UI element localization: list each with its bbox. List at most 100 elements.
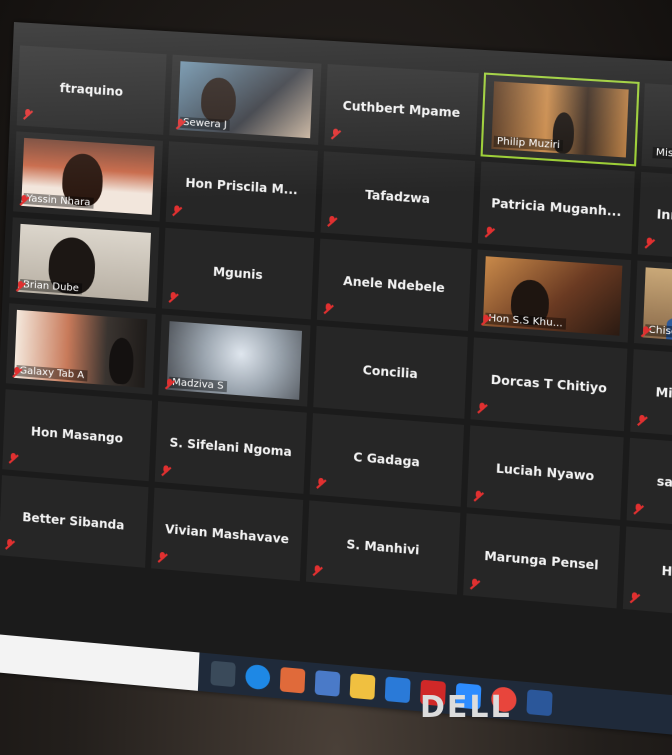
participant-name: sawuke janua: [656, 474, 672, 496]
participant-tile[interactable]: Hon S.S Khu...: [473, 248, 633, 344]
muted-mic-icon: [473, 490, 483, 502]
muted-mic-icon: [644, 237, 654, 249]
muted-mic-icon: [470, 578, 480, 590]
muted-mic-icon: [481, 314, 491, 326]
muted-mic-icon: [477, 402, 487, 414]
participant-name: Sewera J: [179, 116, 231, 132]
participant-name: Hon Raidza: [661, 563, 672, 585]
video-feed: Hon S.S Khu...: [482, 256, 623, 336]
muted-mic-icon: [641, 326, 651, 338]
participant-tile[interactable]: Luciah Nyawo: [465, 424, 625, 521]
participant-tile[interactable]: Michelle Bonzo: [629, 348, 672, 445]
participant-name: Galaxy Tab A: [16, 364, 88, 382]
taskbar-search-box[interactable]: [0, 633, 200, 691]
participant-tile[interactable]: Madziva S: [157, 313, 312, 408]
participant-tile[interactable]: Brian Dube: [8, 216, 161, 310]
muted-mic-icon: [312, 565, 322, 577]
participant-tile[interactable]: C Gadaga: [308, 412, 466, 508]
participant-tile[interactable]: S. Manhivi: [304, 499, 462, 596]
participant-tile[interactable]: Hon Masango: [1, 388, 154, 483]
muted-mic-icon: [316, 478, 326, 490]
participant-tile[interactable]: Anele Ndebele: [315, 237, 473, 332]
participant-name: Dorcas T Chitiyo: [490, 372, 608, 396]
muted-mic-icon: [23, 109, 32, 121]
participant-name: Concilia: [362, 362, 419, 382]
participant-tile[interactable]: Mgunis: [160, 226, 316, 321]
participant-name: Hon Masango: [30, 424, 124, 446]
participant-name: Patricia Muganh...: [490, 196, 622, 220]
participant-name: S. Sifelani Ngoma: [169, 435, 293, 460]
participant-tile[interactable]: Marunga Pensel: [462, 512, 622, 610]
mail-icon[interactable]: [384, 676, 411, 704]
muted-mic-icon: [8, 453, 17, 465]
participant-name: Vivian Mashavave: [164, 521, 290, 547]
name-overlay: Misheck Mat...: [650, 90, 672, 169]
participant-name: Hon Priscila M...: [185, 175, 299, 198]
participant-name: S. Manhivi: [346, 537, 420, 558]
video-feed: Galaxy Tab A: [14, 309, 148, 388]
muted-mic-icon: [484, 226, 494, 238]
participant-name: Misheck Mat...: [652, 146, 672, 164]
participant-name: Hon S.S Khu...: [485, 312, 567, 330]
muted-mic-icon: [331, 128, 341, 140]
store-icon[interactable]: [349, 673, 376, 700]
edge-icon[interactable]: [244, 663, 271, 691]
participant-tile[interactable]: sawuke janua: [625, 436, 672, 535]
windows-taskbar: [0, 633, 672, 750]
muted-mic-icon: [172, 205, 182, 217]
participant-name: Cuthbert Mpame: [342, 98, 461, 121]
participant-name: Tafadzwa: [364, 187, 431, 207]
participant-tile[interactable]: Yassin Nhara: [12, 130, 165, 223]
photo: ftraquino Sewera J Cuthbert Mpame Philip…: [0, 0, 672, 755]
participant-tile[interactable]: Galaxy Tab A: [4, 302, 157, 396]
muted-mic-icon: [327, 216, 337, 228]
participant-name: Anele Ndebele: [342, 273, 446, 296]
task-view-icon[interactable]: [210, 660, 236, 688]
participant-tile[interactable]: Dorcas T Chitiyo: [469, 336, 629, 433]
participant-tile[interactable]: Tafadzwa: [319, 150, 477, 245]
muted-mic-icon: [12, 367, 21, 379]
participant-tile[interactable]: S. Sifelani Ngoma: [153, 400, 308, 495]
participant-name: Better Sibanda: [22, 510, 125, 533]
photos-icon[interactable]: [314, 670, 341, 697]
participant-tile[interactable]: Patricia Muganh...: [476, 160, 636, 256]
muted-mic-icon: [168, 292, 178, 304]
participant-tile[interactable]: Innocent Gonese: [636, 170, 672, 267]
video-feed: Philip Muziri: [491, 81, 629, 158]
participant-name: Marunga Pensel: [484, 548, 599, 573]
participant-tile[interactable]: Vivian Mashavave: [150, 486, 305, 583]
participant-tile[interactable]: ftraquino: [15, 44, 168, 136]
participant-tile[interactable]: Cuthbert Mpame: [323, 62, 480, 157]
muted-mic-icon: [161, 465, 171, 477]
video-feed: Sewera J: [177, 61, 314, 139]
muted-mic-icon: [323, 303, 333, 315]
video-feed: Brian Dube: [17, 223, 151, 302]
participant-grid: ftraquino Sewera J Cuthbert Mpame Philip…: [0, 40, 672, 624]
participant-tile[interactable]: Better Sibanda: [0, 474, 150, 569]
participant-tile[interactable]: m Misheck Mat...: [640, 82, 672, 177]
participant-name: Michelle Bonzo: [655, 384, 672, 408]
video-feed: Madziva S: [166, 321, 303, 400]
muted-mic-icon: [165, 378, 175, 390]
muted-mic-icon: [176, 118, 186, 130]
muted-mic-icon: [637, 415, 647, 427]
teams-icon[interactable]: [279, 666, 306, 694]
participant-name: Innocent Gonese: [656, 207, 672, 230]
muted-mic-icon: [633, 503, 643, 515]
participant-tile[interactable]: Chisotimba: [632, 259, 672, 356]
participant-name: C Gadaga: [353, 449, 421, 470]
participant-name: Madziva S: [168, 376, 227, 393]
muted-mic-icon: [157, 552, 167, 564]
participant-tile[interactable]: Hon Priscila M...: [164, 140, 319, 234]
word-icon[interactable]: [526, 689, 553, 717]
participant-tile[interactable]: Hon Raidza: [621, 525, 672, 624]
participant-name: Luciah Nyawo: [495, 461, 595, 484]
dell-logo: DELL: [420, 690, 512, 725]
video-feed: Yassin Nhara: [21, 137, 155, 215]
muted-mic-icon: [629, 592, 639, 604]
muted-mic-icon: [19, 195, 28, 207]
participant-tile-active-speaker[interactable]: Philip Muziri: [480, 72, 640, 167]
muted-mic-icon: [5, 539, 14, 551]
participant-tile[interactable]: Concilia: [312, 324, 469, 420]
participant-tile[interactable]: Sewera J: [168, 53, 323, 146]
